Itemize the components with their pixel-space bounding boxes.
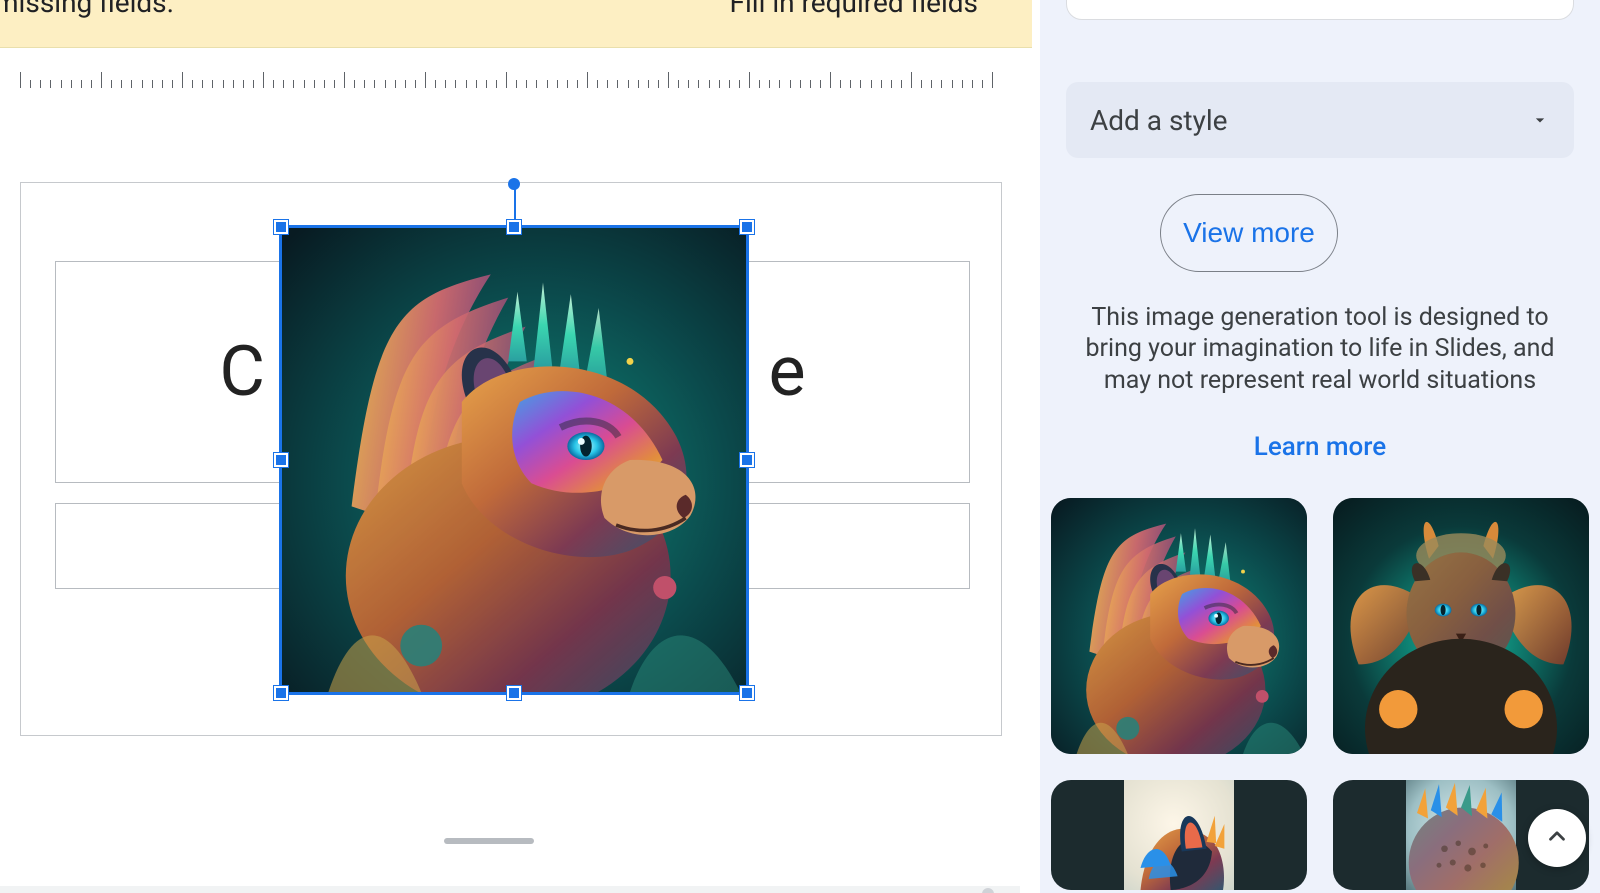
learn-more-link[interactable]: Learn more xyxy=(1040,432,1600,462)
resize-handle-bl[interactable] xyxy=(274,686,288,700)
thumbnail-3[interactable] xyxy=(1051,780,1307,890)
resize-handle-tr[interactable] xyxy=(740,220,754,234)
notice-action[interactable]: Fill in required fields xyxy=(729,0,978,19)
chevron-down-icon xyxy=(1530,104,1550,137)
filmstrip-bar xyxy=(0,886,1020,893)
scroll-up-fab[interactable] xyxy=(1528,809,1586,867)
filmstrip-scroll-dot xyxy=(982,888,994,893)
view-more-label: View more xyxy=(1183,217,1315,249)
inserted-artwork xyxy=(282,228,746,692)
selected-image[interactable] xyxy=(279,225,749,695)
thumbnail-2[interactable] xyxy=(1333,498,1589,754)
disclaimer-text: This image generation tool is designed t… xyxy=(1076,302,1564,396)
prompt-input[interactable] xyxy=(1066,0,1574,20)
canvas-area: missing fields. Fill in required fields … xyxy=(0,0,1040,893)
horizontal-ruler xyxy=(20,66,1002,88)
style-dropdown-label: Add a style xyxy=(1090,104,1227,137)
style-dropdown[interactable]: Add a style xyxy=(1066,82,1574,158)
thumbnail-art-2 xyxy=(1333,498,1589,754)
resize-handle-l[interactable] xyxy=(274,453,288,467)
notice-bar: missing fields. Fill in required fields xyxy=(0,0,1032,48)
chevron-up-icon xyxy=(1544,823,1570,853)
thumbnail-art-3 xyxy=(1051,780,1307,890)
resize-handle-b[interactable] xyxy=(507,686,521,700)
learn-more-label: Learn more xyxy=(1254,432,1386,462)
resize-handle-tl[interactable] xyxy=(274,220,288,234)
rotate-handle[interactable] xyxy=(508,178,520,190)
resize-handle-r[interactable] xyxy=(740,453,754,467)
image-gen-sidebar: Add a style View more This image generat… xyxy=(1040,0,1600,893)
generated-thumbnails xyxy=(1048,498,1592,890)
resize-handle-br[interactable] xyxy=(740,686,754,700)
filmstrip-grip[interactable] xyxy=(444,838,534,844)
slide-canvas[interactable]: C e xyxy=(20,182,1002,736)
thumbnail-1[interactable] xyxy=(1051,498,1307,754)
view-more-button[interactable]: View more xyxy=(1160,194,1338,272)
resize-handle-t[interactable] xyxy=(507,220,521,234)
thumbnail-art-1 xyxy=(1051,498,1307,754)
notice-left-text: missing fields. xyxy=(0,0,174,19)
